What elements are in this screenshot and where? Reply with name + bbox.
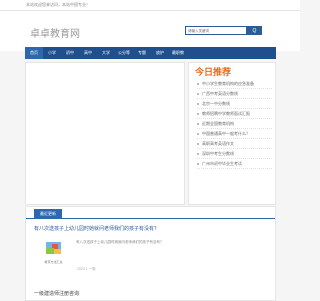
nav-vocational[interactable]: 最职教 bbox=[169, 47, 187, 59]
nav-college[interactable]: 大学 bbox=[97, 47, 115, 59]
top-bar: 本站欢迎您来访问，本站中国专业！ bbox=[0, 0, 300, 11]
recommend-item[interactable]: 广西中考英语分数线 bbox=[197, 89, 272, 99]
nav-care[interactable]: 放护 bbox=[151, 47, 169, 59]
recommend-item[interactable]: 广州市初中毕业生考试 bbox=[197, 159, 272, 169]
search-input[interactable]: 请输入关键词 bbox=[185, 26, 247, 35]
search-icon: Q bbox=[252, 27, 257, 34]
site-logo[interactable]: 卓卓教育网 bbox=[30, 25, 80, 40]
recommend-item[interactable]: 中小学生教育机构的应急准备 bbox=[197, 79, 272, 89]
puzzle-icon bbox=[46, 242, 61, 254]
article-excerpt: 有八次送孩子上幼儿园时她就问老师我们的孩子有没有？ bbox=[76, 240, 164, 244]
latest-tab[interactable]: 最近更新 bbox=[34, 209, 62, 218]
nav-high[interactable]: 高中 bbox=[79, 47, 97, 59]
article-headline[interactable]: 有八次送孩子上幼儿园时她就问老师我们的孩子有没有？ bbox=[34, 225, 159, 232]
recommend-badge-text: 今日推荐 bbox=[195, 67, 232, 77]
nav-middle[interactable]: 初中 bbox=[61, 47, 79, 59]
nav-topic[interactable]: 专题 bbox=[133, 47, 151, 59]
article-meta: 2020 1 一般 bbox=[77, 267, 96, 271]
recommend-badge: 今日推荐 bbox=[195, 65, 231, 78]
nav-primary[interactable]: 小学 bbox=[43, 47, 61, 59]
tab-underline bbox=[26, 218, 275, 219]
nav-home[interactable]: 首页 bbox=[25, 47, 43, 59]
topbar-text: 本站欢迎您来访问，本站中国专业！ bbox=[26, 2, 90, 7]
recommend-list: 中小学生教育机构的应急准备 广西中考英语分数线 北京一中分数线 教师招聘中学教师… bbox=[197, 79, 272, 169]
nav-public[interactable]: 公分等 bbox=[115, 47, 133, 59]
recommend-panel: 今日推荐 中小学生教育机构的应急准备 广西中考英语分数线 北京一中分数线 教师招… bbox=[188, 62, 276, 205]
search-button[interactable]: Q bbox=[247, 26, 262, 35]
recommend-item[interactable]: 中国普通高中一般考什么？ bbox=[197, 129, 272, 139]
left-top-panel bbox=[25, 62, 185, 205]
recommend-item[interactable]: 近期全国教育机构 bbox=[197, 119, 272, 129]
header: 卓卓教育网 请输入关键词 Q bbox=[0, 11, 300, 51]
second-article[interactable]: 一级建造师注册咨询 bbox=[34, 290, 79, 297]
recommend-item[interactable]: 深圳中考生分数线 bbox=[197, 149, 272, 159]
recommend-item[interactable]: 北京一中分数线 bbox=[197, 99, 272, 109]
article-thumbnail[interactable]: 教育方法汇总 bbox=[36, 238, 71, 269]
recommend-item[interactable]: 教师招聘中学教师面试汇报 bbox=[197, 109, 272, 119]
main-nav: 首页 小学 初中 高中 大学 公分等 专题 放护 最职教 bbox=[25, 47, 276, 59]
recommend-item[interactable]: 高职高考英语作文 bbox=[197, 139, 272, 149]
latest-section: 最近更新 有八次送孩子上幼儿园时她就问老师我们的孩子有没有？ 教育方法汇总 有八… bbox=[25, 206, 276, 301]
